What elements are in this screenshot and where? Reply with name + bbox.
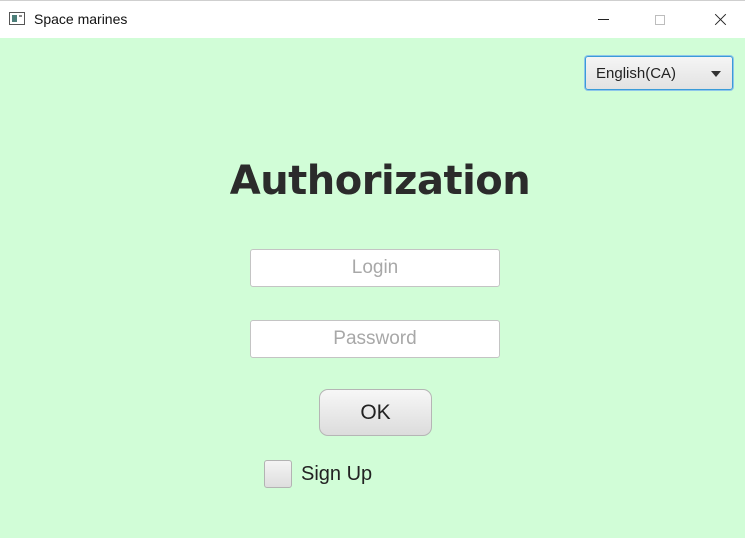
- signup-toggle[interactable]: Sign Up: [264, 460, 372, 488]
- minimize-icon: [597, 19, 609, 20]
- language-select[interactable]: English(CA): [585, 56, 733, 90]
- ok-button[interactable]: OK: [319, 389, 432, 436]
- close-button[interactable]: [697, 1, 743, 38]
- page-title: Authorization: [229, 158, 531, 204]
- window-title: Space marines: [34, 11, 128, 27]
- app-window: Space marines English(CA) Authorization …: [0, 0, 745, 538]
- chevron-down-icon: [711, 71, 721, 77]
- login-input[interactable]: [250, 249, 500, 287]
- password-input[interactable]: [250, 320, 500, 358]
- app-window-icon: [9, 12, 25, 25]
- auth-panel: English(CA) Authorization OK Sign Up: [0, 38, 745, 538]
- language-selected-value: English(CA): [596, 64, 677, 82]
- minimize-button[interactable]: [580, 1, 626, 38]
- signup-checkbox[interactable]: [264, 460, 292, 488]
- maximize-icon: [655, 14, 665, 25]
- title-bar[interactable]: Space marines: [0, 0, 745, 38]
- close-icon: [714, 13, 727, 26]
- signup-label: Sign Up: [301, 462, 373, 485]
- maximize-button[interactable]: [637, 1, 683, 38]
